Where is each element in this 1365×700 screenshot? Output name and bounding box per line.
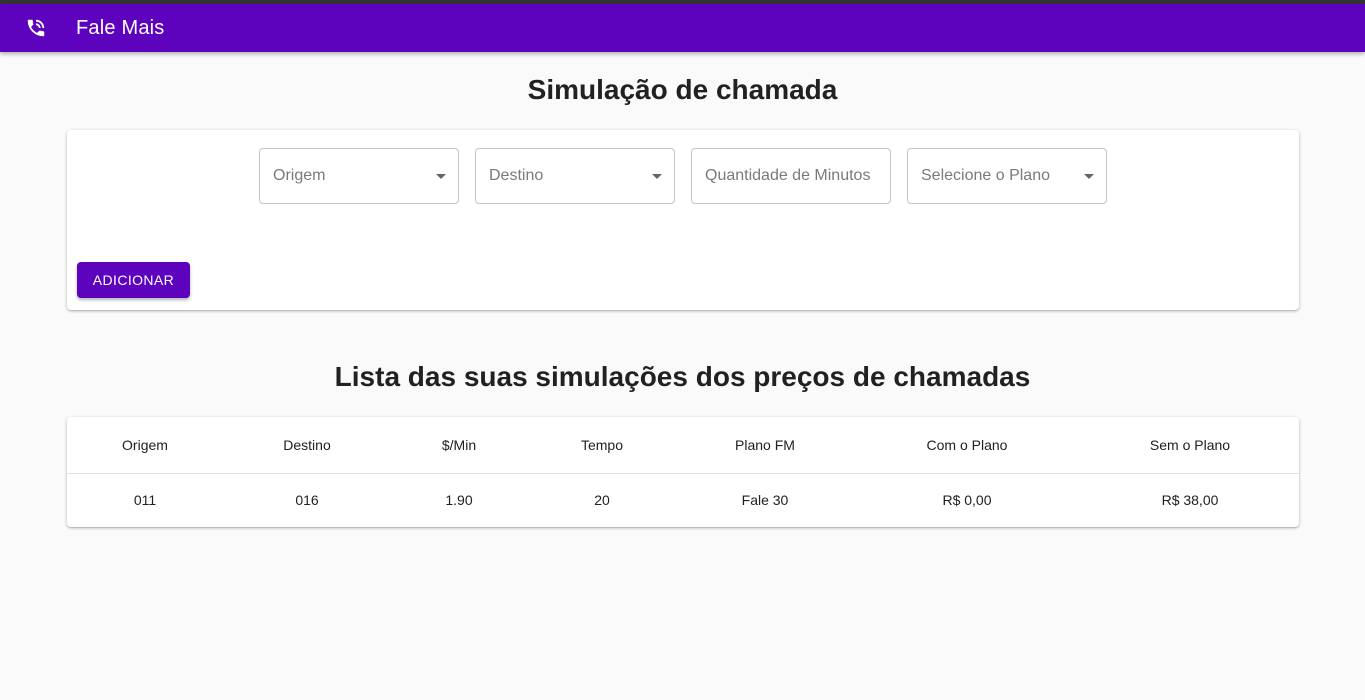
simulation-form-card: Origem Destino Quantidade de Minutos Sel… [67, 130, 1299, 310]
phone-in-talk-icon [24, 16, 48, 40]
destino-placeholder: Destino [489, 167, 544, 184]
column-header-com-plano: Com o Plano [853, 417, 1081, 474]
dropdown-arrow-icon [1084, 174, 1094, 179]
column-header-sem-plano: Sem o Plano [1081, 417, 1299, 474]
column-header-origem: Origem [67, 417, 223, 474]
origem-placeholder: Origem [273, 167, 326, 184]
minutos-placeholder: Quantidade de Minutos [705, 167, 871, 184]
cell-preco-min: 1.90 [445, 491, 473, 508]
dropdown-arrow-icon [436, 174, 446, 179]
column-header-tempo: Tempo [527, 417, 677, 474]
app-bar: Fale Mais [0, 4, 1365, 52]
simulations-table-card: Origem Destino $/Min Tempo Plano FM Com … [67, 417, 1299, 527]
minutos-input[interactable]: Quantidade de Minutos [691, 148, 891, 204]
dropdown-arrow-icon [652, 174, 662, 179]
table-row: 011 016 1.90 20 Fale 30 R$ 0,00 R$ 38,00 [67, 473, 1299, 526]
adicionar-button[interactable]: ADICIONAR [77, 262, 190, 298]
column-header-destino: Destino [223, 417, 391, 474]
table-header-row: Origem Destino $/Min Tempo Plano FM Com … [67, 417, 1299, 474]
origem-select[interactable]: Origem [259, 148, 459, 204]
plano-placeholder: Selecione o Plano [921, 167, 1050, 184]
column-header-preco-min: $/Min [391, 417, 527, 474]
cell-plano-fm: Fale 30 [741, 491, 789, 508]
cell-destino: 016 [295, 491, 319, 508]
plano-select[interactable]: Selecione o Plano [907, 148, 1107, 204]
destino-select[interactable]: Destino [475, 148, 675, 204]
app-title: Fale Mais [76, 16, 165, 39]
column-header-plano-fm: Plano FM [677, 417, 853, 474]
cell-sem-plano: R$ 38,00 [1161, 491, 1219, 508]
simulations-table: Origem Destino $/Min Tempo Plano FM Com … [67, 417, 1299, 526]
cell-tempo: 20 [594, 491, 610, 508]
cell-com-plano: R$ 0,00 [942, 491, 992, 508]
form-title: Simulação de chamada [527, 74, 838, 105]
list-title: Lista das suas simulações dos preços de … [334, 361, 1031, 392]
cell-origem: 011 [133, 491, 157, 508]
